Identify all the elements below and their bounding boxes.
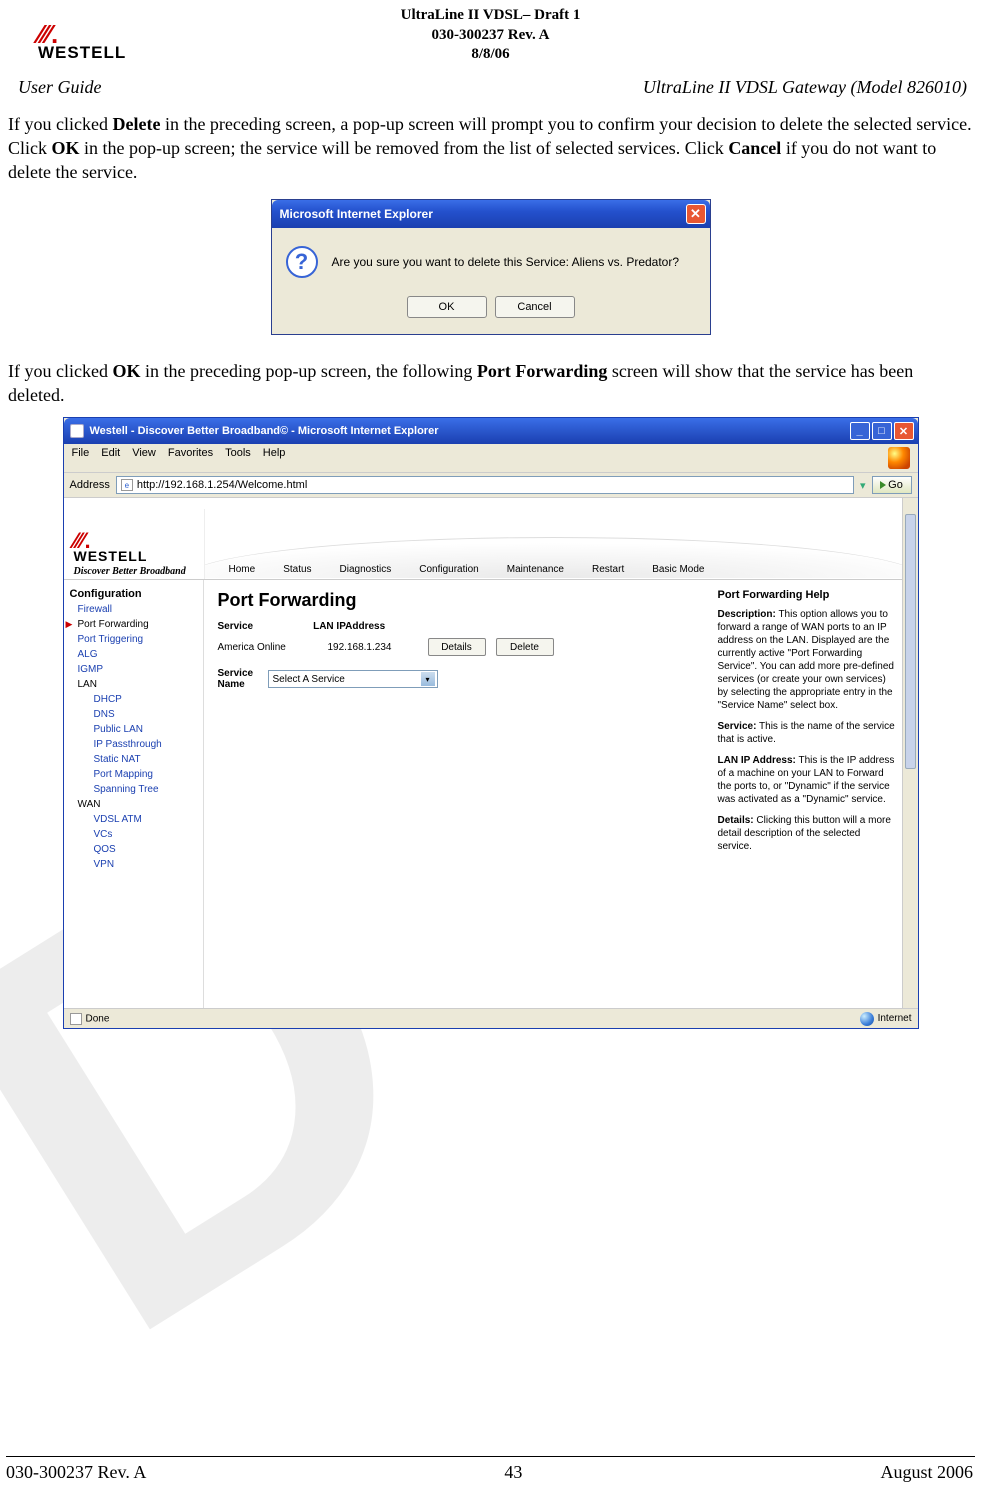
menu-view[interactable]: View	[132, 447, 156, 469]
address-url: http://192.168.1.254/Welcome.html	[137, 479, 307, 491]
footer-center: 43	[504, 1462, 522, 1483]
dialog-title: Microsoft Internet Explorer	[280, 207, 433, 221]
page-title: Port Forwarding	[218, 590, 698, 621]
delete-button[interactable]: Delete	[496, 638, 554, 656]
menu-edit[interactable]: Edit	[101, 447, 120, 469]
ie-icon	[70, 424, 84, 438]
subheader-right: UltraLine II VDSL Gateway (Model 826010)	[643, 77, 967, 98]
close-icon[interactable]: ✕	[686, 204, 706, 224]
brand-text: WESTELL	[74, 548, 204, 564]
chevron-down-icon: ▾	[421, 672, 435, 686]
sidebar-item-firewall[interactable]: Firewall	[70, 602, 203, 617]
footer-rule	[6, 1456, 975, 1457]
th-ip: LAN IPAddress	[313, 621, 385, 632]
help-panel: Port Forwarding Help Description: This o…	[712, 580, 902, 1008]
westell-mark-icon: ⁄⁄⁄.	[74, 533, 204, 548]
sidebar-item-alg[interactable]: ALG	[70, 647, 203, 662]
nav-basicmode[interactable]: Basic Mode	[638, 560, 718, 579]
browser-title: Westell - Discover Better Broadband© - M…	[90, 425, 439, 437]
service-name-label: Service Name	[218, 668, 258, 690]
nav-status[interactable]: Status	[269, 560, 325, 579]
scrollbar-thumb[interactable]	[905, 514, 916, 769]
browser-window: Westell - Discover Better Broadband© - M…	[63, 417, 919, 1029]
header-wave: Home Status Diagnostics Configuration Ma…	[204, 509, 902, 579]
header-line1: UltraLine II VDSL– Draft 1	[6, 6, 975, 26]
sidebar-item-qos[interactable]: QOS	[70, 842, 203, 857]
close-icon[interactable]: ✕	[894, 422, 914, 440]
nav-home[interactable]: Home	[215, 560, 270, 579]
dialog-message: Are you sure you want to delete this Ser…	[332, 255, 680, 269]
sidebar-item-portmapping[interactable]: Port Mapping	[70, 767, 203, 782]
sidebar-item-staticnat[interactable]: Static NAT	[70, 752, 203, 767]
nav-configuration[interactable]: Configuration	[405, 560, 492, 579]
page-favicon-icon: e	[121, 479, 133, 491]
question-icon: ?	[286, 246, 318, 278]
sidebar-item-ippassthrough[interactable]: IP Passthrough	[70, 737, 203, 752]
cell-ip: 192.168.1.234	[328, 642, 418, 653]
details-button[interactable]: Details	[428, 638, 486, 656]
paragraph-2: If you clicked OK in the preceding pop-u…	[6, 345, 975, 408]
table-row: America Online 192.168.1.234 Details Del…	[218, 636, 698, 658]
sidebar: Configuration Firewall Port Forwarding P…	[64, 580, 204, 1008]
westell-brand: ⁄⁄⁄. WESTELL Discover Better Broadband	[64, 527, 204, 579]
page-footer: 030-300237 Rev. A 43 August 2006	[6, 1462, 973, 1483]
sidebar-item-vcs[interactable]: VCs	[70, 827, 203, 842]
sidebar-header: Configuration	[70, 586, 203, 602]
address-input[interactable]: e http://192.168.1.254/Welcome.html	[116, 476, 854, 494]
go-arrow-icon	[880, 481, 886, 489]
sidebar-group-lan[interactable]: LAN	[70, 677, 203, 692]
ok-button[interactable]: OK	[407, 296, 487, 318]
paragraph-1: If you clicked Delete in the preceding s…	[6, 98, 975, 185]
menu-file[interactable]: File	[72, 447, 90, 469]
sidebar-item-portforwarding[interactable]: Port Forwarding	[70, 617, 203, 632]
go-button[interactable]: Go	[872, 476, 912, 494]
menu-favorites[interactable]: Favorites	[168, 447, 213, 469]
sidebar-group-wan[interactable]: WAN	[70, 797, 203, 812]
page-favicon-icon	[70, 1013, 82, 1025]
sidebar-item-porttriggering[interactable]: Port Triggering	[70, 632, 203, 647]
sidebar-item-spanningtree[interactable]: Spanning Tree	[70, 782, 203, 797]
th-service: Service	[218, 621, 254, 632]
menu-tools[interactable]: Tools	[225, 447, 251, 469]
footer-right: August 2006	[880, 1462, 973, 1483]
sidebar-item-igmp[interactable]: IGMP	[70, 662, 203, 677]
sidebar-item-vdslatm[interactable]: VDSL ATM	[70, 812, 203, 827]
minimize-icon[interactable]: _	[850, 422, 870, 440]
status-left: Done	[86, 1013, 110, 1024]
nav-restart[interactable]: Restart	[578, 560, 638, 579]
footer-left: 030-300237 Rev. A	[6, 1462, 146, 1483]
address-label: Address	[70, 479, 110, 491]
windows-flag-icon	[888, 447, 910, 469]
nav-diagnostics[interactable]: Diagnostics	[326, 560, 406, 579]
scrollbar[interactable]	[902, 498, 918, 1008]
sidebar-item-vpn[interactable]: VPN	[70, 857, 203, 872]
confirm-dialog: Microsoft Internet Explorer ✕ ? Are you …	[271, 199, 711, 335]
service-select-value: Select A Service	[273, 674, 345, 685]
maximize-icon[interactable]: □	[872, 422, 892, 440]
globe-icon	[860, 1012, 874, 1026]
sidebar-item-dhcp[interactable]: DHCP	[70, 692, 203, 707]
cell-service: America Online	[218, 642, 318, 653]
cancel-button[interactable]: Cancel	[495, 296, 575, 318]
service-select[interactable]: Select A Service ▾	[268, 670, 438, 688]
sidebar-item-dns[interactable]: DNS	[70, 707, 203, 722]
brand-tag: Discover Better Broadband	[74, 564, 204, 577]
nav-maintenance[interactable]: Maintenance	[493, 560, 578, 579]
help-title: Port Forwarding Help	[718, 588, 896, 608]
subheader-left: User Guide	[18, 77, 102, 98]
menu-help[interactable]: Help	[263, 447, 286, 469]
sidebar-item-publiclan[interactable]: Public LAN	[70, 722, 203, 737]
westell-logo-text: WESTELL	[38, 43, 126, 63]
westell-mark-icon: ⁄⁄⁄.	[38, 25, 58, 43]
dropdown-icon[interactable]: ▾	[860, 479, 866, 492]
browser-menu: File Edit View Favorites Tools Help	[64, 444, 918, 473]
status-right: Internet	[878, 1013, 912, 1024]
